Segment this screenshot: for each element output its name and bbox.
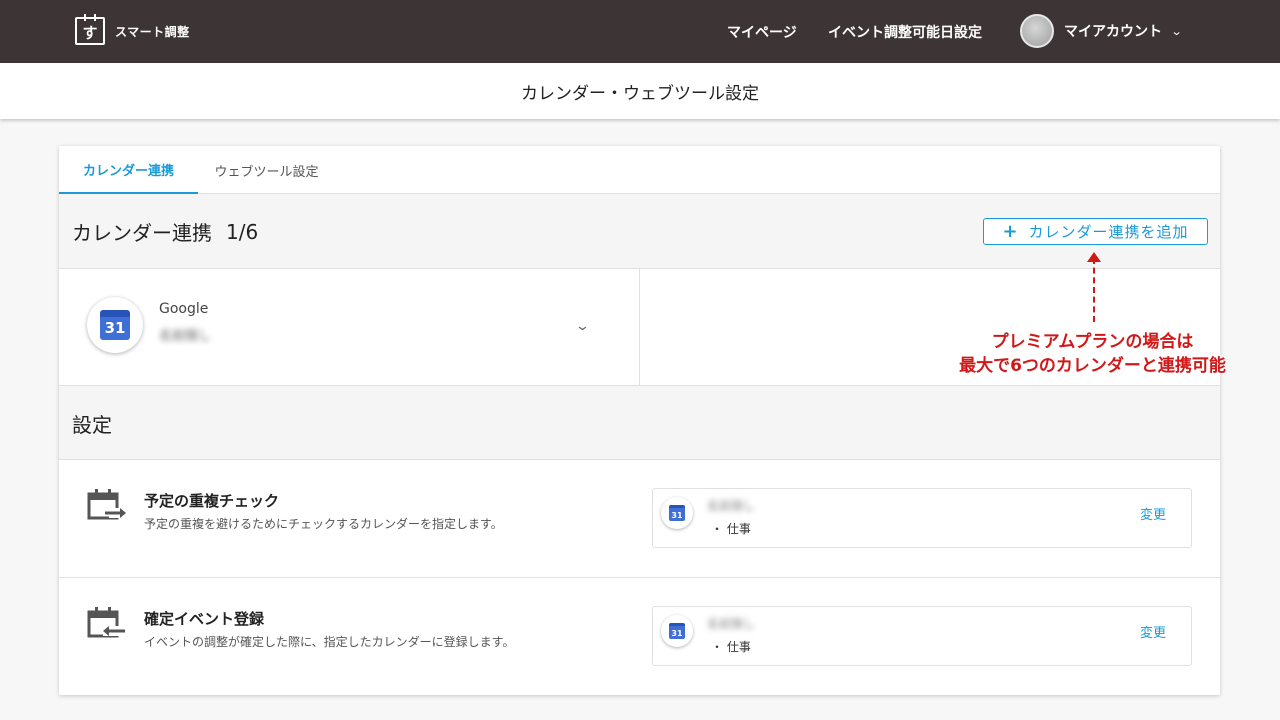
google-calendar-badge: 31 (661, 497, 693, 529)
calendar-account-name: 名前隠し (707, 499, 756, 513)
account-menu[interactable]: マイアカウント ⌄ (1020, 14, 1183, 48)
google-calendar-badge: 31 (87, 297, 143, 353)
logo-glyph: す (82, 24, 98, 42)
annotation-line-2: 最大で6つのカレンダーと連携可能 (959, 356, 1226, 376)
change-button[interactable]: 変更 (1140, 622, 1166, 641)
setting-title: 予定の重複チェック (144, 492, 280, 510)
google-calendar-icon: 31 (100, 310, 130, 340)
page-title: カレンダー・ウェブツール設定 (0, 63, 1280, 119)
calendar-account-name: 名前隠し (707, 617, 756, 631)
calendar-integration-header: カレンダー連携 1/6 + カレンダー連携を追加 (59, 194, 1220, 269)
setting-row-duplicate-check: 予定の重複チェック 予定の重複を避けるためにチェックするカレンダーを指定します。… (59, 460, 1220, 578)
chevron-down-icon: ⌄ (1170, 24, 1183, 38)
selected-calendar-box: 31 名前隠し ・ 仕事 変更 (652, 488, 1192, 548)
calendar-name: ・ 仕事 (711, 522, 751, 536)
google-calendar-account[interactable]: 31 Google 名前隠し ⌄ (59, 269, 640, 385)
add-calendar-button[interactable]: + カレンダー連携を追加 (983, 218, 1208, 245)
settings-title: 設定 (72, 413, 112, 437)
google-calendar-icon: 31 (669, 623, 685, 639)
setting-description: 予定の重複を避けるためにチェックするカレンダーを指定します。 (144, 517, 503, 531)
tab-calendar-integration[interactable]: カレンダー連携 (59, 146, 198, 194)
annotation-arrow (1093, 258, 1095, 322)
change-button[interactable]: 変更 (1140, 504, 1166, 523)
calendar-provider: Google (159, 301, 209, 317)
avatar (1020, 14, 1054, 48)
setting-row-confirmed-event: 確定イベント登録 イベントの調整が確定した際に、指定したカレンダーに登録します。… (59, 578, 1220, 696)
top-navigation-bar: す スマート調整 マイページ イベント調整可能日設定 マイアカウント ⌄ (0, 0, 1280, 63)
settings-header: 設定 (59, 385, 1220, 460)
setting-description: イベントの調整が確定した際に、指定したカレンダーに登録します。 (144, 635, 515, 649)
tab-bar: カレンダー連携 ウェブツール設定 (59, 146, 1220, 194)
chevron-down-icon[interactable]: ⌄ (575, 319, 590, 334)
tab-web-tool-settings[interactable]: ウェブツール設定 (198, 146, 335, 194)
setting-title: 確定イベント登録 (144, 610, 265, 628)
calendar-count: 1/6 (226, 219, 259, 244)
add-calendar-label: カレンダー連携を追加 (1028, 223, 1189, 241)
logo-text: スマート調整 (115, 24, 190, 39)
logo-calendar-icon: す (75, 14, 105, 45)
nav-event-settings-link[interactable]: イベント調整可能日設定 (828, 0, 982, 63)
google-calendar-badge: 31 (661, 615, 693, 647)
calendar-section-title: カレンダー連携 (72, 221, 212, 245)
google-calendar-icon: 31 (669, 505, 685, 521)
nav-mypage-link[interactable]: マイページ (727, 0, 797, 63)
app-logo[interactable]: す スマート調整 (75, 14, 190, 45)
annotation-callout: プレミアムプランの場合は 最大で6つのカレンダーと連携可能 (930, 330, 1255, 378)
annotation-line-1: プレミアムプランの場合は (991, 332, 1194, 352)
calendar-name: ・ 仕事 (711, 640, 751, 654)
settings-card: カレンダー連携 ウェブツール設定 カレンダー連携 1/6 + カレンダー連携を追… (59, 146, 1220, 695)
account-label: マイアカウント (1064, 24, 1162, 40)
section-title: カレンダー連携 1/6 (72, 194, 258, 269)
calendar-export-icon (87, 489, 126, 520)
plus-icon: + (1002, 221, 1019, 242)
calendar-account-name: 名前隠し (159, 329, 212, 344)
selected-calendar-box: 31 名前隠し ・ 仕事 変更 (652, 606, 1192, 666)
calendar-import-icon (87, 607, 127, 638)
